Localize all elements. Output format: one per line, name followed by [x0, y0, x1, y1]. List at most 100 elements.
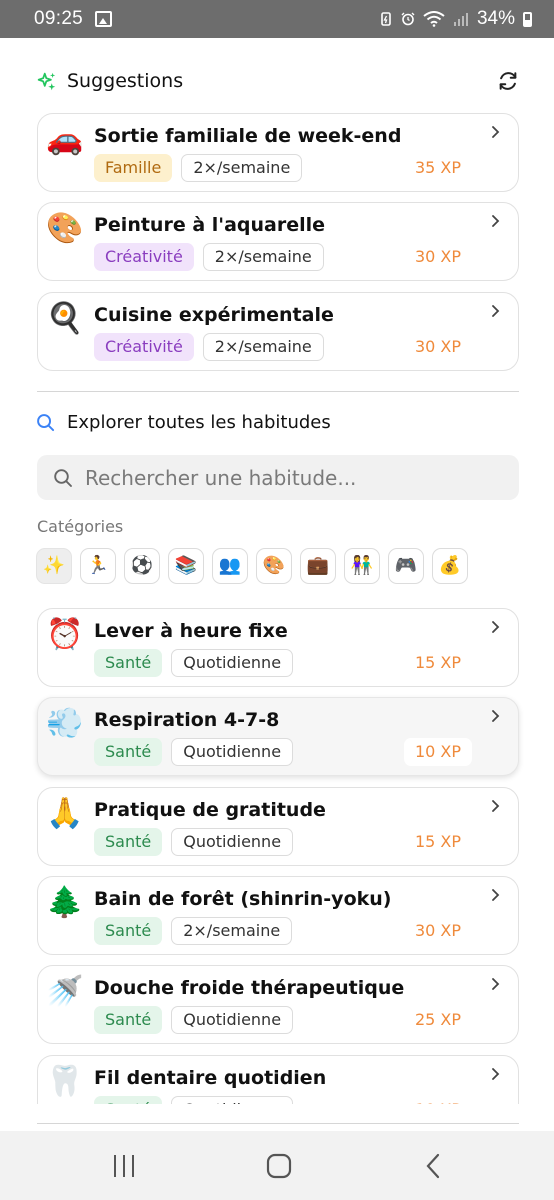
category-gamepad-icon[interactable]: 🎮	[388, 548, 424, 584]
main-content: Suggestions 🚗 Sortie familiale de week-e…	[0, 38, 554, 1104]
habit-card[interactable]: 🚿 Douche froide thérapeutique Santé Quot…	[37, 965, 519, 1044]
chevron-right-icon	[492, 1068, 500, 1080]
category-books-icon[interactable]: 📚	[168, 548, 204, 584]
chevron-right-icon	[492, 889, 500, 901]
xp-value: 25 XP	[414, 1010, 461, 1029]
search-icon	[37, 414, 55, 432]
habit-name: Sortie familiale de week-end	[94, 125, 402, 147]
chevron-right-icon	[492, 215, 500, 227]
evergreen-tree-icon: 🌲	[46, 885, 84, 920]
xp-value: 30 XP	[414, 337, 461, 356]
wifi-icon	[423, 11, 445, 27]
praying-hands-icon: 🙏	[46, 796, 84, 831]
frequency-badge: 2×/semaine	[202, 243, 324, 271]
wind-icon: 💨	[46, 706, 84, 741]
recent-apps-icon[interactable]	[112, 1153, 136, 1179]
xp-value: 10 XP	[415, 1096, 461, 1104]
chevron-right-icon	[492, 621, 500, 633]
sparkles-icon	[37, 72, 56, 90]
frying-pan-icon: 🍳	[46, 301, 84, 336]
palette-icon: 🎨	[46, 211, 84, 246]
frequency-badge: Quotidienne	[171, 1096, 294, 1104]
xp-value: 30 XP	[414, 921, 461, 940]
shower-icon: 🚿	[46, 974, 84, 1009]
habit-card[interactable]: ⏰ Lever à heure fixe Santé Quotidienne 1…	[37, 608, 519, 687]
habit-card[interactable]: 🦷 Fil dentaire quotidien Santé Quotidien…	[37, 1055, 519, 1104]
battery-icon	[523, 11, 532, 27]
habit-name: Pratique de gratitude	[94, 799, 326, 821]
search-bar[interactable]	[37, 455, 519, 500]
explore-title: Explorer toutes les habitudes	[67, 412, 331, 433]
suggestions-title: Suggestions	[67, 70, 184, 92]
category-badge: Santé	[94, 1096, 163, 1104]
habit-name: Douche froide thérapeutique	[94, 977, 405, 999]
category-people-icon[interactable]: 👥	[212, 548, 248, 584]
car-icon: 🚗	[46, 122, 84, 157]
chevron-right-icon	[492, 305, 500, 317]
habit-name: Lever à heure fixe	[94, 620, 288, 642]
category-badge: Santé	[94, 828, 163, 856]
chevron-right-icon	[492, 978, 500, 990]
signal-icon	[453, 13, 468, 26]
categories-label: Catégories	[37, 517, 124, 536]
suggestions-header: Suggestions	[36, 66, 519, 96]
alarm-icon	[401, 12, 415, 26]
suggestion-card[interactable]: 🚗 Sortie familiale de week-end Famille 2…	[37, 113, 519, 192]
status-bar: 09:25 34%	[0, 0, 554, 38]
habit-name: Cuisine expérimentale	[94, 304, 334, 326]
alarm-clock-icon: ⏰	[46, 617, 84, 652]
chevron-right-icon	[492, 126, 500, 138]
habit-name: Peinture à l'aquarelle	[94, 214, 326, 236]
category-badge: Famille	[94, 154, 173, 182]
chevron-right-icon	[492, 710, 500, 722]
refresh-icon[interactable]	[497, 70, 519, 92]
frequency-badge: Quotidienne	[171, 1006, 294, 1034]
habit-name: Respiration 4-7-8	[94, 709, 280, 731]
xp-value: 30 XP	[414, 247, 461, 266]
gallery-notification-icon	[95, 11, 113, 27]
frequency-badge: 2×/semaine	[202, 333, 324, 361]
frequency-badge: Quotidienne	[171, 738, 294, 766]
suggestion-card[interactable]: 🍳 Cuisine expérimentale Créativité 2×/se…	[37, 292, 519, 371]
battery-saver-icon	[381, 12, 391, 26]
category-running-icon[interactable]: 🏃	[80, 548, 116, 584]
home-icon[interactable]	[266, 1153, 292, 1179]
status-time: 09:25	[34, 8, 84, 29]
category-badge: Créativité	[94, 333, 194, 361]
category-all-sparkles-icon[interactable]: ✨	[36, 548, 72, 584]
category-briefcase-icon[interactable]: 💼	[300, 548, 336, 584]
explore-header: Explorer toutes les habitudes	[36, 412, 331, 433]
xp-value: 15 XP	[414, 653, 461, 672]
section-divider	[37, 391, 519, 392]
category-couple-icon[interactable]: 👫	[344, 548, 380, 584]
battery-percent: 34%	[476, 8, 515, 29]
habit-card[interactable]: 🙏 Pratique de gratitude Santé Quotidienn…	[37, 787, 519, 866]
habit-name: Bain de forêt (shinrin-yoku)	[94, 888, 392, 910]
search-input[interactable]	[85, 465, 485, 490]
category-badge: Créativité	[94, 243, 194, 271]
category-palette-icon[interactable]: 🎨	[256, 548, 292, 584]
back-icon[interactable]	[424, 1153, 442, 1179]
frequency-badge: 2×/semaine	[171, 917, 293, 945]
search-icon	[54, 468, 72, 487]
xp-value: 10 XP	[403, 738, 472, 766]
tooth-icon: 🦷	[46, 1064, 84, 1099]
xp-value: 15 XP	[414, 832, 461, 851]
category-badge: Santé	[94, 738, 163, 766]
category-filter-row: ✨ 🏃 ⚽ 📚 👥 🎨 💼 👫 🎮 💰	[36, 548, 468, 584]
frequency-badge: 2×/semaine	[181, 154, 303, 182]
bottom-divider	[37, 1123, 519, 1124]
habit-card[interactable]: 💨 Respiration 4-7-8 Santé Quotidienne 10…	[37, 697, 519, 776]
chevron-right-icon	[492, 800, 500, 812]
category-soccer-icon[interactable]: ⚽	[124, 548, 160, 584]
category-money-bag-icon[interactable]: 💰	[432, 548, 468, 584]
category-badge: Santé	[94, 649, 163, 677]
habit-name: Fil dentaire quotidien	[94, 1067, 327, 1089]
frequency-badge: Quotidienne	[171, 828, 294, 856]
habit-card[interactable]: 🌲 Bain de forêt (shinrin-yoku) Santé 2×/…	[37, 876, 519, 955]
category-badge: Santé	[94, 1006, 163, 1034]
system-navigation-bar	[0, 1131, 554, 1200]
frequency-badge: Quotidienne	[171, 649, 294, 677]
category-badge: Santé	[94, 917, 163, 945]
suggestion-card[interactable]: 🎨 Peinture à l'aquarelle Créativité 2×/s…	[37, 202, 519, 281]
